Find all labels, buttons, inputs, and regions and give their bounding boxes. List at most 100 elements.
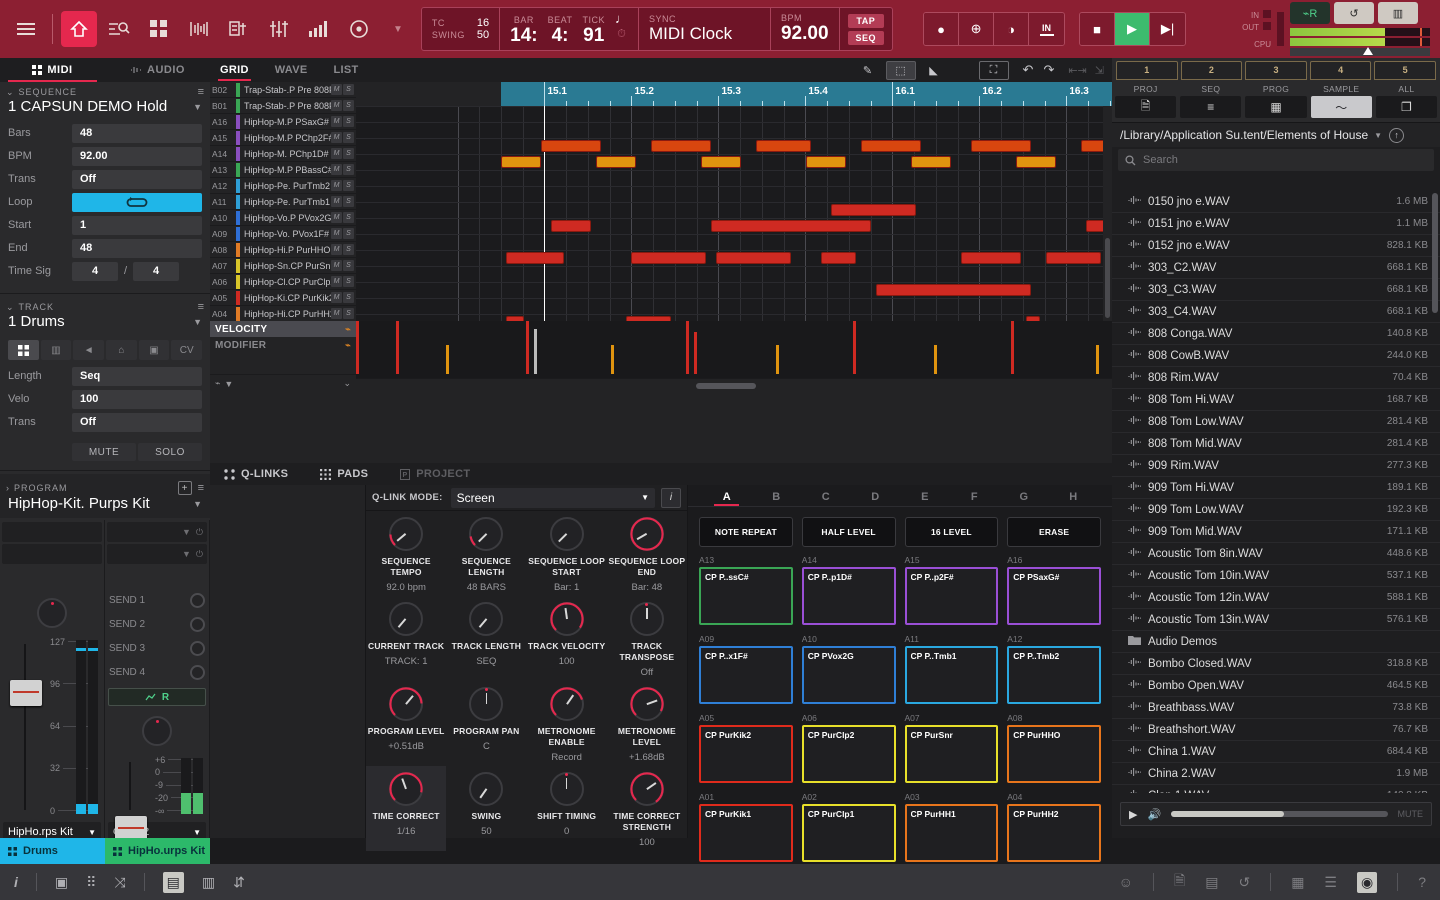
sample-edit-icon[interactable] <box>181 11 217 47</box>
info-button[interactable]: i <box>661 488 681 508</box>
folder-shortcut-4[interactable]: 4 <box>1310 61 1372 80</box>
track-row[interactable]: A12HipHop-Pe. PurTmb2MS <box>210 178 356 194</box>
file-row[interactable]: 303_C3.WAV668.1 KB <box>1112 279 1440 301</box>
filter-icon[interactable]: ▼ <box>224 379 233 389</box>
chevron-down-icon[interactable]: ⌄ <box>6 302 14 313</box>
pad-button[interactable]: CP PurSnr <box>905 725 999 783</box>
track-solo-button[interactable]: S <box>343 292 354 303</box>
qlink-knob[interactable] <box>630 517 664 551</box>
track-solo-button[interactable]: S <box>343 276 354 287</box>
midi-note[interactable] <box>911 156 951 168</box>
qlink-knob-cell[interactable]: TRACK LENGTHSEQ <box>446 596 526 681</box>
qlink-knob[interactable] <box>389 517 423 551</box>
sixteen-level-button[interactable]: 16 LEVEL <box>905 517 999 547</box>
track-mute-button[interactable]: M <box>331 100 342 111</box>
velocity-canvas[interactable] <box>356 321 1112 374</box>
track-solo-button[interactable]: S <box>343 116 354 127</box>
sync-cell[interactable]: SYNC MIDI Clock <box>639 8 771 50</box>
file-list[interactable]: 0150 jno e.WAV1.6 MB0151 jno e.WAV1.1 MB… <box>1112 191 1440 793</box>
track-row[interactable]: A10HipHop-Vo.P PVox2GMS <box>210 210 356 226</box>
erase-button[interactable]: ERASE <box>1007 517 1101 547</box>
fader-right[interactable] <box>111 754 151 816</box>
pad-button[interactable]: CP PurKik1 <box>699 804 793 862</box>
browser-search[interactable]: Search <box>1118 149 1434 171</box>
track-type-arrow-icon[interactable]: ⌂ <box>106 340 137 360</box>
qlink-knob-cell[interactable]: SEQUENCE TEMPO92.0 bpm <box>366 511 446 596</box>
chevron-down-icon[interactable]: ▼ <box>393 24 403 35</box>
select-icon[interactable]: ⬚ <box>886 61 916 80</box>
preview-volume-slider[interactable] <box>1171 811 1387 817</box>
track-solo-button[interactable]: S <box>343 148 354 159</box>
notes-icon[interactable]: ▤ <box>1205 874 1218 891</box>
list-icon[interactable]: ⤨ <box>114 874 125 891</box>
track-solo-button[interactable]: S <box>343 212 354 223</box>
seq-button[interactable]: SEQ <box>848 31 885 45</box>
track-row[interactable]: A11HipHop-Pe. PurTmb1MS <box>210 194 356 210</box>
program-icon[interactable]: ▦ <box>1245 96 1306 118</box>
file-row[interactable]: 303_C2.WAV668.1 KB <box>1112 257 1440 279</box>
pan-knob-right[interactable] <box>142 716 172 746</box>
velocity-bar[interactable] <box>1011 321 1014 374</box>
chevron-down-icon[interactable]: ⌄ <box>6 87 14 98</box>
velocity-bar[interactable] <box>686 321 689 374</box>
midi-note[interactable] <box>756 140 811 152</box>
qlink-knob-cell[interactable]: METRONOME ENABLERecord <box>527 681 607 766</box>
add-program-button[interactable]: + <box>178 481 192 495</box>
track-mixer-icon[interactable] <box>221 11 257 47</box>
tab-pads[interactable]: PADS <box>320 468 368 480</box>
file-row[interactable]: Bombo Open.WAV464.5 KB <box>1112 675 1440 697</box>
length-field[interactable]: Seq <box>72 367 202 386</box>
chevron-down-icon[interactable]: ▼ <box>193 317 202 327</box>
qlink-knob[interactable] <box>550 602 584 636</box>
copy-icon[interactable]: ❐ <box>1376 96 1437 118</box>
qlink-knob-cell[interactable]: TIME CORRECT1/16 <box>366 766 446 851</box>
loop-toggle[interactable] <box>72 193 202 212</box>
pan-knob-left[interactable] <box>37 598 67 628</box>
velocity-bar[interactable] <box>611 345 614 374</box>
project-file-icon[interactable]: 🗎 <box>1115 96 1176 118</box>
half-level-button[interactable]: HALF LEVEL <box>802 517 896 547</box>
qlink-knob-cell[interactable]: TRACK TRANSPOSEOff <box>607 596 687 681</box>
midi-note[interactable] <box>651 140 711 152</box>
menu-grid-icon[interactable] <box>8 11 44 47</box>
midi-note[interactable] <box>1046 252 1101 264</box>
qlink-knob[interactable] <box>389 772 423 806</box>
pad-button[interactable]: CP PurHH2 <box>1007 804 1101 862</box>
qlink-knob-cell[interactable]: METRONOME LEVEL+1.68dB <box>607 681 687 766</box>
qlink-knob-cell[interactable]: SWING50 <box>446 766 526 851</box>
pad-bank-a[interactable]: A <box>702 491 752 506</box>
velo-field[interactable]: 100 <box>72 390 202 409</box>
browser-type-seq[interactable]: SEQ≡ <box>1180 84 1241 118</box>
grid-view-icon[interactable] <box>141 11 177 47</box>
track-type-cv-icon[interactable]: CV <box>171 340 202 360</box>
tc-swing-cell[interactable]: TC 16 SWING 50 <box>422 8 500 50</box>
track-row[interactable]: A09HipHop-Vo. PVox1F#MS <box>210 226 356 242</box>
time-sig-numerator[interactable]: 4 <box>72 262 118 281</box>
qlink-knob-cell[interactable]: SEQUENCE LENGTH48 BARS <box>446 511 526 596</box>
chevron-down-icon[interactable]: ▼ <box>1374 131 1382 140</box>
track-row[interactable]: A06HipHop-Cl.CP PurClp2MS <box>210 274 356 290</box>
track-solo-button[interactable]: S <box>343 196 354 207</box>
tab-grid[interactable]: GRID <box>218 59 251 81</box>
midi-note[interactable] <box>831 204 916 216</box>
track-row[interactable]: A14HipHop-M. PChp1D#MS <box>210 146 356 162</box>
pad-bank-c[interactable]: C <box>801 491 851 506</box>
info-icon[interactable]: i <box>14 874 18 890</box>
track-solo-button[interactable]: S <box>343 84 354 95</box>
preview-volume-icon[interactable]: 🔊 <box>1147 808 1161 821</box>
pad-button[interactable]: CP P..Tmb2 <box>1007 646 1101 704</box>
sequence-selector[interactable]: 1 CAPSUN DEMO Hold ▼ <box>0 98 210 121</box>
file-row[interactable]: 303_C4.WAV668.1 KB <box>1112 301 1440 323</box>
folder-shortcut-2[interactable]: 2 <box>1181 61 1243 80</box>
preview-mute-icon[interactable]: MUTE <box>1398 809 1424 819</box>
file-row[interactable]: Acoustic Tom 13in.WAV576.1 KB <box>1112 609 1440 631</box>
midi-note[interactable] <box>551 220 591 232</box>
overdub-icon[interactable]: ⊕ <box>959 13 994 45</box>
insert-slot[interactable]: ▼⏻ <box>107 544 207 564</box>
bpm-field[interactable]: 92.00 <box>72 147 202 166</box>
sequence-icon[interactable]: ≡ <box>1180 96 1241 118</box>
file-row[interactable]: 808 CowB.WAV244.0 KB <box>1112 345 1440 367</box>
file-row[interactable]: 808 Tom Hi.WAV168.7 KB <box>1112 389 1440 411</box>
solo-button[interactable]: SOLO <box>138 443 202 461</box>
pad-button[interactable]: CP PurHH1 <box>905 804 999 862</box>
